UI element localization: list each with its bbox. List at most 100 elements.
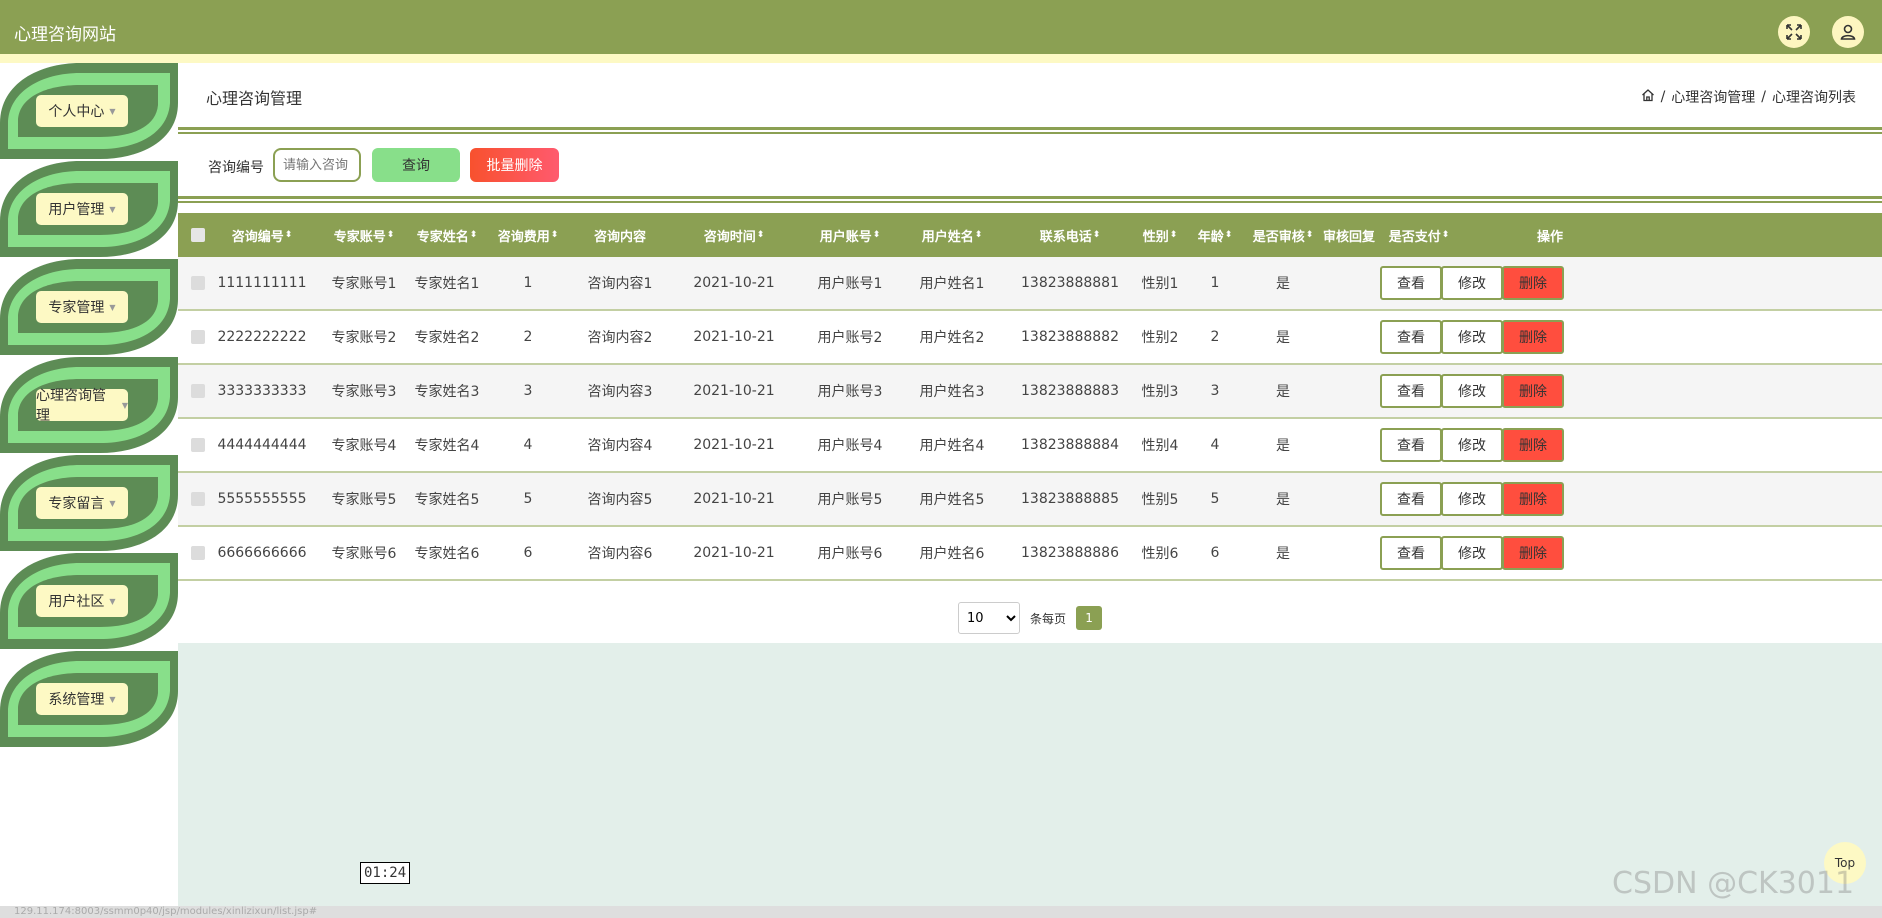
chevron-down-icon: ▼ <box>109 106 116 116</box>
status-url: 129.11.174:8003/ssmm0p40/jsp/modules/xin… <box>0 906 1882 918</box>
fullscreen-icon[interactable] <box>1778 16 1810 48</box>
sidebar-item-system-management[interactable]: 系统管理 ▼ <box>0 651 178 747</box>
cell-user-name: 用户姓名1 <box>919 276 985 292</box>
view-button[interactable]: 查看 <box>1380 428 1442 462</box>
delete-button[interactable]: 删除 <box>1502 266 1564 300</box>
column-header-phone[interactable]: 联系电话 ⬍ <box>1025 213 1115 257</box>
cell-expert-account: 专家账号5 <box>331 492 397 508</box>
sort-icon[interactable]: ⬍ <box>1225 230 1233 240</box>
cell-expert-name: 专家姓名6 <box>414 546 480 562</box>
cell-phone: 13823888885 <box>1021 491 1119 507</box>
column-header-consult-fee[interactable]: 咨询费用 ⬍ <box>483 213 573 257</box>
cell-consult-id: 6666666666 <box>217 545 307 561</box>
cell-consult-time: 2021-10-21 <box>693 491 775 507</box>
cell-expert-account: 专家账号3 <box>331 384 397 400</box>
timer-overlay: 01:24 <box>360 862 411 884</box>
column-header-actions: 操作 <box>1536 229 1563 245</box>
edit-button[interactable]: 修改 <box>1441 536 1503 570</box>
breadcrumb-item-management[interactable]: 心理咨询管理 <box>1671 87 1755 107</box>
cell-expert-name: 专家姓名1 <box>414 276 480 292</box>
data-table: 咨询编号 ⬍ 专家账号 ⬍ 专家姓名 ⬍ 咨询费用 ⬍ 咨询内容 咨询时间 ⬍ 用户账号 ⬍ 用户姓名 ⬍ 联… <box>178 213 1882 581</box>
divider <box>178 127 1882 134</box>
sidebar-item-user-management[interactable]: 用户管理 ▼ <box>0 161 178 257</box>
cell-consult-fee: 2 <box>523 329 533 345</box>
cell-expert-name: 专家姓名2 <box>414 330 480 346</box>
row-checkbox[interactable] <box>188 473 208 525</box>
sort-icon[interactable]: ⬍ <box>757 230 765 240</box>
table-row: 4444444444 专家账号4 专家姓名4 4 咨询内容4 2021-10-21 用户账号… <box>178 419 1882 473</box>
edit-button[interactable]: 修改 <box>1441 482 1503 516</box>
sort-icon[interactable]: ⬍ <box>387 230 395 240</box>
delete-button[interactable]: 删除 <box>1502 482 1564 516</box>
cell-user-name: 用户姓名5 <box>919 492 985 508</box>
home-icon[interactable] <box>1641 88 1655 106</box>
cell-user-name: 用户姓名3 <box>919 384 985 400</box>
sidebar-item-personal-center[interactable]: 个人中心 ▼ <box>0 63 178 159</box>
search-input[interactable] <box>273 148 361 182</box>
sidebar-item-label: 用户管理 ▼ <box>36 193 128 225</box>
sidebar-item-user-community[interactable]: 用户社区 ▼ <box>0 553 178 649</box>
page-size-select[interactable]: 10 <box>958 602 1020 634</box>
row-checkbox[interactable] <box>188 365 208 417</box>
sidebar-item-label: 用户社区 ▼ <box>36 585 128 617</box>
sidebar-item-consult-management[interactable]: 心理咨询管理 ▼ <box>0 357 178 453</box>
cell-expert-account: 专家账号2 <box>331 330 397 346</box>
table-row: 5555555555 专家账号5 专家姓名5 5 咨询内容5 2021-10-21 用户账号… <box>178 473 1882 527</box>
sort-icon[interactable]: ⬍ <box>975 230 983 240</box>
sidebar-item-expert-management[interactable]: 专家管理 ▼ <box>0 259 178 355</box>
cell-user-account: 用户账号1 <box>817 276 883 292</box>
view-button[interactable]: 查看 <box>1380 266 1442 300</box>
row-checkbox[interactable] <box>188 527 208 579</box>
page-title: 心理咨询管理 <box>206 89 303 108</box>
cell-expert-account: 专家账号4 <box>331 438 397 454</box>
query-button[interactable]: 查询 <box>372 148 460 182</box>
sort-icon[interactable]: ⬍ <box>470 230 478 240</box>
column-header-expert-account[interactable]: 专家账号 ⬍ <box>319 213 409 257</box>
pagination: 10 条每页 1 <box>958 602 1103 634</box>
cell-expert-account: 专家账号6 <box>331 546 397 562</box>
table-header: 咨询编号 ⬍ 专家账号 ⬍ 专家姓名 ⬍ 咨询费用 ⬍ 咨询内容 咨询时间 ⬍ 用户账号 ⬍ 用户姓名 ⬍ 联… <box>178 213 1882 257</box>
column-header-consult-time[interactable]: 咨询时间 ⬍ <box>689 213 779 257</box>
view-button[interactable]: 查看 <box>1380 374 1442 408</box>
column-header-expert-name[interactable]: 专家姓名 ⬍ <box>402 213 492 257</box>
column-header-user-name[interactable]: 用户姓名 ⬍ <box>907 213 997 257</box>
view-button[interactable]: 查看 <box>1380 482 1442 516</box>
chevron-down-icon: ▼ <box>109 204 116 214</box>
view-button[interactable]: 查看 <box>1380 536 1442 570</box>
view-button[interactable]: 查看 <box>1380 320 1442 354</box>
sort-icon[interactable]: ⬍ <box>551 230 559 240</box>
cell-consult-content: 咨询内容6 <box>587 546 653 562</box>
user-icon[interactable] <box>1832 16 1864 48</box>
cell-consult-time: 2021-10-21 <box>693 329 775 345</box>
cell-expert-name: 专家姓名5 <box>414 492 480 508</box>
delete-button[interactable]: 删除 <box>1502 320 1564 354</box>
row-checkbox[interactable] <box>188 419 208 471</box>
edit-button[interactable]: 修改 <box>1441 266 1503 300</box>
chevron-down-icon: ▼ <box>109 694 116 704</box>
sidebar-item-expert-messages[interactable]: 专家留言 ▼ <box>0 455 178 551</box>
select-all-checkbox[interactable] <box>188 213 208 257</box>
column-header-user-account[interactable]: 用户账号 ⬍ <box>805 213 895 257</box>
page-number-current[interactable]: 1 <box>1076 606 1103 630</box>
main-area: 心理咨询管理 / 心理咨询管理 / 心理咨询列表 咨询编号 查询 批量删除 咨询… <box>178 63 1882 908</box>
batch-delete-button[interactable]: 批量删除 <box>470 148 559 182</box>
sort-icon[interactable]: ⬍ <box>1093 230 1101 240</box>
sort-icon[interactable]: ⬍ <box>285 230 293 240</box>
search-label: 咨询编号 <box>208 160 264 176</box>
breadcrumb-separator: / <box>1660 89 1666 105</box>
sort-icon[interactable]: ⬍ <box>873 230 881 240</box>
delete-button[interactable]: 删除 <box>1502 536 1564 570</box>
delete-button[interactable]: 删除 <box>1502 374 1564 408</box>
cell-consult-content: 咨询内容1 <box>587 276 653 292</box>
row-checkbox[interactable] <box>188 311 208 363</box>
cell-consult-id: 2222222222 <box>217 329 307 345</box>
column-header-consult-id[interactable]: 咨询编号 ⬍ <box>217 213 307 257</box>
cell-consult-content: 咨询内容2 <box>587 330 653 346</box>
delete-button[interactable]: 删除 <box>1502 428 1564 462</box>
edit-button[interactable]: 修改 <box>1441 428 1503 462</box>
edit-button[interactable]: 修改 <box>1441 374 1503 408</box>
cell-consult-fee: 4 <box>523 437 533 453</box>
edit-button[interactable]: 修改 <box>1441 320 1503 354</box>
row-checkbox[interactable] <box>188 257 208 309</box>
cell-consult-fee: 3 <box>523 383 533 399</box>
